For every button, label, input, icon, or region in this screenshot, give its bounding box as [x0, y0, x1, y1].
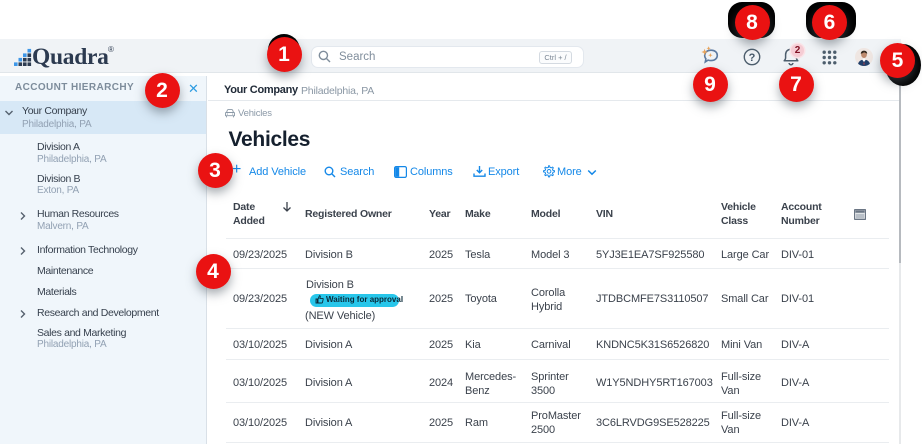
svg-text:?: ?: [749, 52, 756, 64]
